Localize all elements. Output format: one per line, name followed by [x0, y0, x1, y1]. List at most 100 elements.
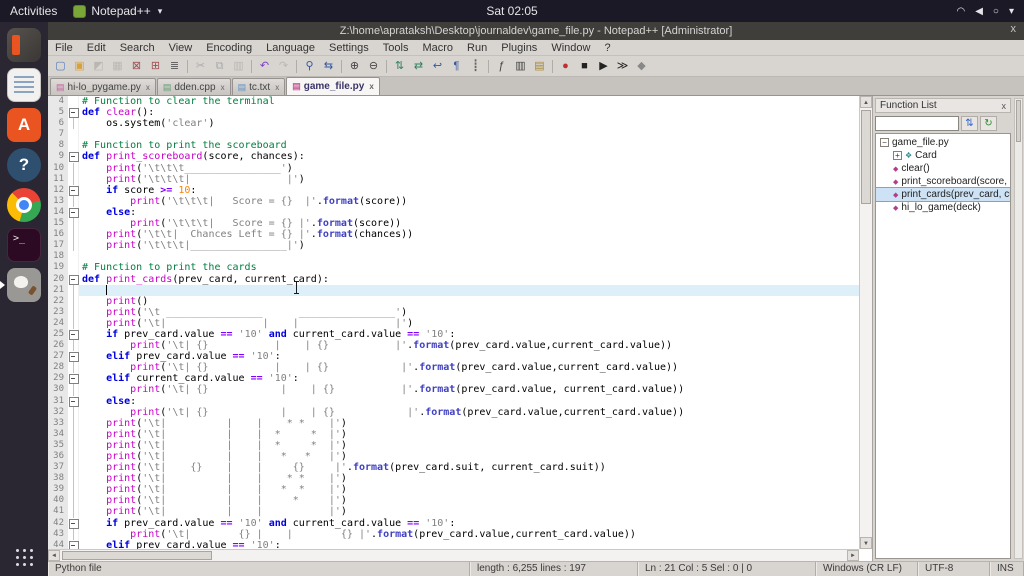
fold-margin[interactable]: [68, 395, 79, 407]
code-line[interactable]: 18: [48, 251, 859, 263]
undo-icon[interactable]: ↶: [256, 58, 273, 75]
function-list-item[interactable]: ◆ hi_lo_game(deck): [876, 201, 1010, 214]
document-map-icon[interactable]: ▥: [512, 58, 529, 75]
sync-horizontal-icon[interactable]: ⇄: [410, 58, 427, 75]
activities-button[interactable]: Activities: [10, 4, 57, 18]
save-file-icon[interactable]: ◩: [90, 58, 107, 75]
volume-icon[interactable]: ◀: [975, 6, 983, 17]
tab-game_file.py[interactable]: ▤ game_file.py x: [286, 77, 380, 95]
scroll-down-arrow-icon[interactable]: ▼: [860, 537, 872, 549]
code-line[interactable]: 30 print('\t| {} | | {} |'.format(prev_c…: [48, 384, 859, 396]
vertical-scrollbar[interactable]: ▲ ▼: [859, 96, 872, 549]
chrome-icon[interactable]: [7, 188, 41, 222]
paste-icon[interactable]: ▥: [230, 58, 247, 75]
software-center-icon[interactable]: [7, 108, 41, 142]
vertical-scroll-thumb[interactable]: [861, 110, 871, 204]
code-line[interactable]: 33 print('\t| | | * * |'): [48, 417, 859, 429]
fold-margin[interactable]: [68, 539, 79, 549]
reload-icon[interactable]: ↻: [980, 116, 997, 131]
code-line[interactable]: 42 if prev_card.value == '10' and curren…: [48, 517, 859, 529]
code-line[interactable]: 28 print('\t| {} | | {} |'.format(prev_c…: [48, 362, 859, 374]
function-search-input[interactable]: [875, 116, 959, 131]
code-line[interactable]: 40 print('\t| | | * |'): [48, 495, 859, 507]
code-line[interactable]: 36 print('\t| | | * * |'): [48, 451, 859, 463]
redo-icon[interactable]: ↷: [275, 58, 292, 75]
expander-minus-icon[interactable]: −: [880, 138, 889, 147]
word-wrap-icon[interactable]: ↩: [429, 58, 446, 75]
function-list-item[interactable]: + ❖ Card: [876, 149, 1010, 162]
close-tab-icon[interactable]: x: [369, 82, 373, 91]
code-line[interactable]: 7: [48, 129, 859, 141]
sort-alphabetical-icon[interactable]: ⇅: [961, 116, 978, 131]
menu-tools[interactable]: Tools: [376, 41, 416, 55]
code-line[interactable]: 16 print('\t\t| Chances Left = {} |'.for…: [48, 229, 859, 241]
zoom-out-icon[interactable]: ⊖: [365, 58, 382, 75]
code-line[interactable]: 31 else:: [48, 395, 859, 407]
menu-settings[interactable]: Settings: [322, 41, 376, 55]
code-line[interactable]: 25 if prev_card.value == '10' and curren…: [48, 328, 859, 341]
code-line[interactable]: 11 print('\t\t\t| |'): [48, 173, 859, 185]
replace-icon[interactable]: ⇆: [320, 58, 337, 75]
copy-icon[interactable]: ⧉: [211, 58, 228, 75]
help-icon[interactable]: [7, 148, 41, 182]
fold-margin[interactable]: [68, 206, 79, 219]
scroll-track[interactable]: [212, 550, 847, 561]
code-line[interactable]: 35 print('\t| | | * * |'): [48, 439, 859, 452]
clock[interactable]: Sat 02:05: [486, 4, 537, 18]
function-list-item[interactable]: − game_file.py: [876, 136, 1010, 149]
close-function-list-icon[interactable]: x: [1002, 101, 1007, 111]
status-encoding[interactable]: UTF-8: [918, 562, 990, 576]
find-icon[interactable]: ⚲: [301, 58, 318, 75]
function-list-item[interactable]: ◆print_cards(prev_card, curren: [876, 187, 1010, 202]
code-line[interactable]: 26 print('\t| {} | | {} |'.format(prev_c…: [48, 340, 859, 352]
tab-hi-lo_pygame.py[interactable]: ▤ hi-lo_pygame.py x: [50, 78, 156, 95]
code-line[interactable]: 27 elif prev_card.value == '10':: [48, 351, 859, 363]
fold-margin[interactable]: [68, 151, 79, 163]
code-line[interactable]: 19 # Function to print the cards: [48, 262, 859, 274]
cut-icon[interactable]: ✂: [192, 58, 209, 75]
gimp-icon[interactable]: [0, 268, 41, 302]
fold-margin[interactable]: [68, 184, 79, 196]
code-line[interactable]: 34 print('\t| | | * * |'): [48, 428, 859, 441]
code-line[interactable]: 43 print('\t| {} | | {} |'.format(prev_c…: [48, 528, 859, 540]
text-editor-icon[interactable]: [7, 68, 41, 102]
menu-language[interactable]: Language: [259, 41, 322, 55]
status-insert-mode[interactable]: INS: [990, 562, 1024, 576]
menu-encoding[interactable]: Encoding: [199, 41, 259, 55]
code-line[interactable]: 4 # Function to clear the terminal: [48, 96, 859, 108]
save-macro-icon[interactable]: ◆: [633, 58, 650, 75]
files-icon[interactable]: [7, 28, 41, 62]
menu-macro[interactable]: Macro: [415, 41, 460, 55]
code-line[interactable]: 12 if score >= 10:: [48, 184, 859, 196]
fold-margin[interactable]: [68, 273, 79, 285]
close-tab-icon[interactable]: x: [275, 83, 279, 92]
code-line[interactable]: 5 def clear():: [48, 107, 859, 119]
folder-as-workspace-icon[interactable]: ▤: [531, 58, 548, 75]
indent-guide-icon[interactable]: ┋: [467, 58, 484, 75]
code-line[interactable]: 8 # Function to print the scoreboard: [48, 140, 859, 152]
system-tray[interactable]: ◠ ◀ ○ ▾: [956, 6, 1014, 17]
code-line[interactable]: 37 print('\t| {} | | {} |'.format(prev_c…: [48, 462, 859, 474]
wifi-icon[interactable]: ◠: [956, 6, 965, 17]
record-macro-icon[interactable]: ●: [557, 58, 574, 75]
fold-margin[interactable]: [68, 107, 79, 119]
title-bar[interactable]: Z:\home\aprataksh\Desktop\journaldev\gam…: [48, 22, 1024, 40]
close-all-icon[interactable]: ⊞: [147, 58, 164, 75]
code-line[interactable]: 23 print('\t ________________ __________…: [48, 306, 859, 318]
code-line[interactable]: 29 elif current_card.value == '10':: [48, 373, 859, 385]
terminal-icon[interactable]: [7, 228, 41, 262]
horizontal-scroll-thumb[interactable]: [62, 551, 212, 560]
menu-view[interactable]: View: [162, 41, 200, 55]
function-list-item[interactable]: ◆ clear(): [876, 162, 1010, 175]
sync-vertical-icon[interactable]: ⇅: [391, 58, 408, 75]
code-line[interactable]: 17 print('\t\t\t|________________|'): [48, 240, 859, 252]
expander-plus-icon[interactable]: +: [893, 151, 902, 160]
zoom-in-icon[interactable]: ⊕: [346, 58, 363, 75]
code-line[interactable]: 15 print('\t\t\t| Score = {} |'.format(s…: [48, 218, 859, 230]
scroll-right-arrow-icon[interactable]: ►: [847, 550, 859, 561]
close-tab-icon[interactable]: x: [221, 83, 225, 92]
editor[interactable]: 4 # Function to clear the terminal 5 def cl…: [48, 96, 872, 561]
fold-margin[interactable]: [68, 517, 79, 529]
fold-margin[interactable]: [68, 373, 79, 385]
code-line[interactable]: 24 print('\t| | | |'): [48, 317, 859, 330]
